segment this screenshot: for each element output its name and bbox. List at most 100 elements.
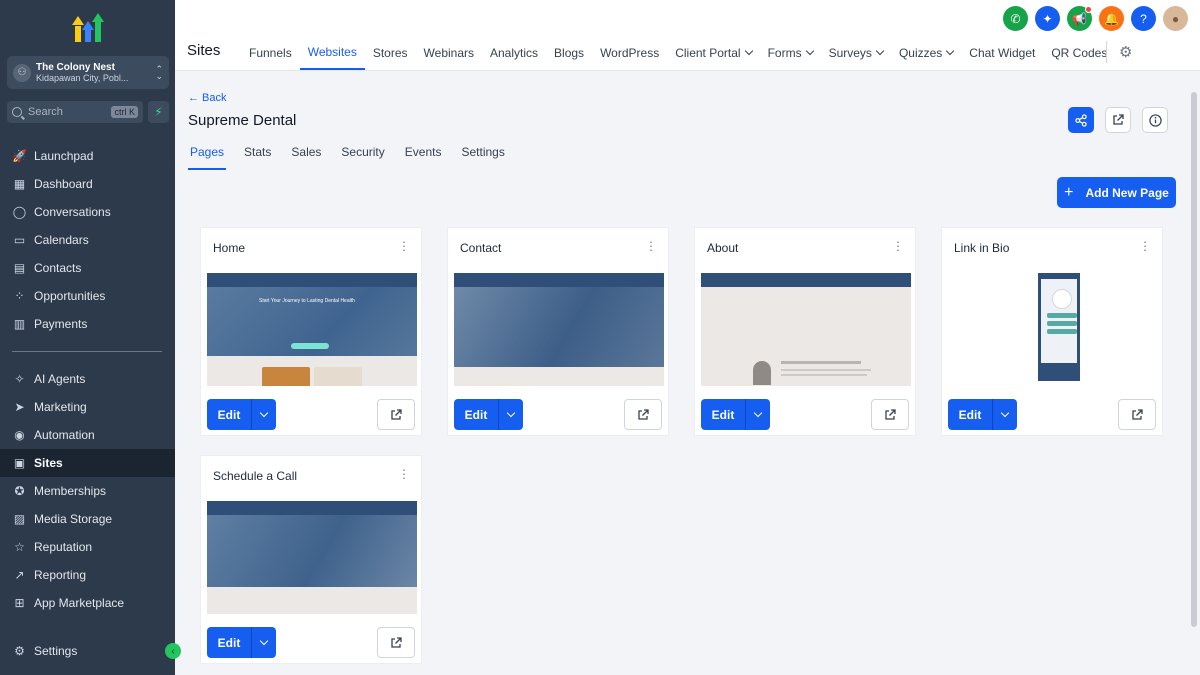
page-card-schedule-a-call[interactable]: Schedule a Call · · · Edit [200,455,422,664]
apps-icon: ⊞ [14,596,25,610]
edit-button[interactable]: Edit [701,399,745,430]
edit-button[interactable]: Edit [207,399,251,430]
edit-dropdown-button[interactable] [498,399,523,430]
edit-button[interactable]: Edit [454,399,498,430]
sidebar-item-conversations[interactable]: ◯ Conversations [0,198,175,226]
sidebar-item-reputation[interactable]: ☆ Reputation [0,533,175,561]
sidebar-item-payments[interactable]: ▥ Payments [0,310,175,338]
app-logo[interactable] [72,12,104,44]
sidebar-item-label: Marketing [34,400,87,414]
sidebar-item-sites[interactable]: ▣ Sites [0,449,175,477]
external-link-icon [885,408,896,420]
quick-action-bolt-icon[interactable]: ⚡ [148,101,169,123]
sidebar-item-reporting[interactable]: ↗ Reporting [0,561,175,589]
page-card-home[interactable]: Home · · · Start Your Journey to Lasting D… [200,227,422,436]
sidebar-item-settings[interactable]: ⚙ Settings [0,637,175,665]
sidebar-item-calendars[interactable]: ▭ Calendars [0,226,175,254]
sidebar-item-label: Settings [34,644,78,658]
user-avatar[interactable]: ● [1163,6,1188,31]
search-input[interactable]: Search ctrl K [7,101,143,123]
tab-stores[interactable]: Stores [365,36,416,70]
account-avatar-icon: ⚇ [13,63,31,82]
sidebar-item-dashboard[interactable]: ▦ Dashboard [0,170,175,198]
account-location: Kidapawan City, Pobl... [36,73,129,83]
sidebar-item-memberships[interactable]: ✪ Memberships [0,477,175,505]
open-site-button[interactable] [1105,107,1131,133]
site-tab-security[interactable]: Security [339,140,386,170]
sidebar-item-media-storage[interactable]: ▨ Media Storage [0,505,175,533]
back-link[interactable]: ← Back [188,92,227,104]
tab-wordpress[interactable]: WordPress [592,36,667,70]
add-new-page-button[interactable]: + Add New Page [1057,177,1176,208]
page-card-link-in-bio[interactable]: Link in Bio · · · Edit [941,227,1163,436]
tab-blogs[interactable]: Blogs [546,36,592,70]
page-thumbnail[interactable] [701,273,911,386]
preview-button[interactable] [871,399,909,430]
preview-button[interactable] [377,627,415,658]
page-scrollbar[interactable] [1191,92,1197,627]
page-card-contact[interactable]: Contact · · · Edit [447,227,669,436]
tab-websites[interactable]: Websites [299,36,365,70]
tab-label: Client Portal [675,46,741,60]
sidebar-item-ai-agents[interactable]: ✧ AI Agents [0,365,175,393]
edit-dropdown-button[interactable] [251,627,276,658]
tab-surveys[interactable]: Surveys [821,36,891,70]
tab-forms[interactable]: Forms [760,36,821,70]
tab-client-portal[interactable]: Client Portal [667,36,759,70]
settings-gear-icon[interactable]: ⚙ [1119,43,1132,61]
tab-funnels[interactable]: Funnels [241,36,300,70]
kebab-menu-icon[interactable]: · · · [1142,235,1148,256]
kebab-menu-icon[interactable]: · · · [401,463,407,484]
kebab-menu-icon[interactable]: · · · [401,235,407,256]
tab-qr-codes[interactable]: QR Codes [1043,36,1115,70]
magic-wand-icon[interactable]: ✦ [1035,6,1060,31]
preview-button[interactable] [377,399,415,430]
account-switcher[interactable]: ⚇ The Colony Nest Kidapawan City, Pobl..… [7,56,169,89]
page-thumbnail[interactable] [454,273,664,386]
grid-icon: ▦ [13,177,26,191]
edit-dropdown-button[interactable] [745,399,770,430]
site-tab-sales[interactable]: Sales [289,140,323,170]
preview-button[interactable] [1118,399,1156,430]
sidebar-item-marketing[interactable]: ➤ Marketing [0,393,175,421]
tab-quizzes[interactable]: Quizzes [891,36,961,70]
info-icon [1148,113,1162,127]
phone-icon[interactable]: ✆ [1003,6,1028,31]
sidebar-item-opportunities[interactable]: ⁘ Opportunities [0,282,175,310]
tab-webinars[interactable]: Webinars [416,36,482,70]
edit-dropdown-button[interactable] [251,399,276,430]
announcement-icon[interactable]: 📢 [1067,6,1092,31]
sidebar-item-contacts[interactable]: ▤ Contacts [0,254,175,282]
bell-icon[interactable]: 🔔 [1099,6,1124,31]
share-icon [1074,113,1087,127]
kebab-menu-icon[interactable]: · · · [895,235,901,256]
page-card-about[interactable]: About · · · Edit [694,227,916,436]
chevron-down-icon [506,408,516,418]
tab-analytics[interactable]: Analytics [482,36,546,70]
kebab-menu-icon[interactable]: · · · [648,235,654,256]
preview-button[interactable] [624,399,662,430]
sidebar-item-automation[interactable]: ◉ Automation [0,421,175,449]
tab-label: Stores [372,46,408,60]
page-thumbnail[interactable]: Start Your Journey to Lasting Dental Hea… [207,273,417,386]
nav-separator [1106,41,1107,63]
share-button[interactable] [1068,107,1094,133]
collapse-sidebar-icon[interactable]: ‹ [165,643,181,659]
page-thumbnail[interactable] [948,273,1158,386]
page-thumbnail[interactable] [207,501,417,614]
edit-button[interactable]: Edit [948,399,992,430]
site-tab-pages[interactable]: Pages [188,140,227,170]
sidebar-item-app-marketplace[interactable]: ⊞ App Marketplace [0,589,175,617]
site-tab-settings[interactable]: Settings [459,140,506,170]
site-tab-events[interactable]: Events [403,140,444,170]
sidebar-item-launchpad[interactable]: 🚀 Launchpad [0,142,175,170]
chevron-down-icon [744,46,753,56]
site-tab-stats[interactable]: Stats [242,140,273,170]
info-button[interactable] [1142,107,1168,133]
edit-dropdown-button[interactable] [992,399,1017,430]
tab-chat-widget[interactable]: Chat Widget [961,36,1043,70]
edit-button[interactable]: Edit [207,627,251,658]
help-icon[interactable]: ? [1131,6,1156,31]
page-card-title: About [707,241,739,255]
sparkle-icon: ✧ [14,372,25,386]
